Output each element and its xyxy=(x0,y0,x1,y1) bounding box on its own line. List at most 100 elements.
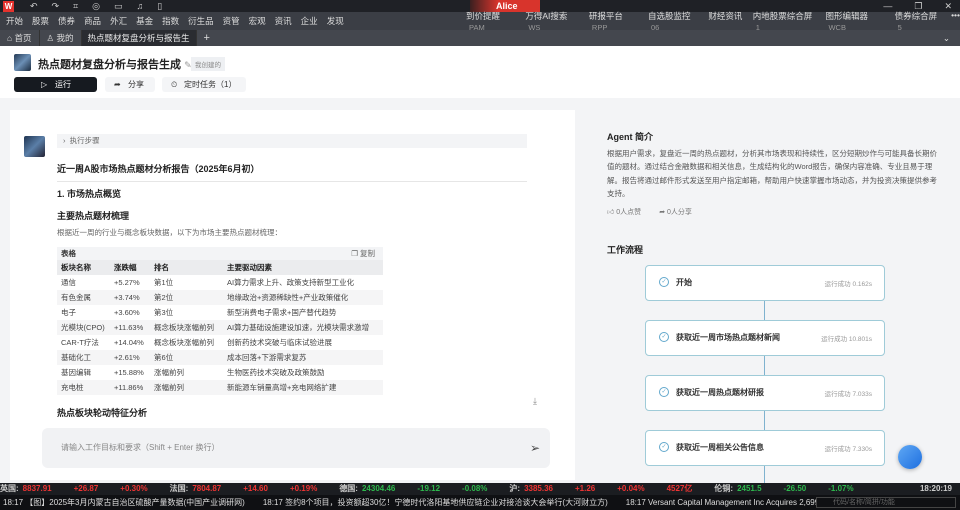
schedule-label: 定时任务（1） xyxy=(184,80,237,89)
table-cell: 第3位 xyxy=(154,308,174,317)
workflow-node[interactable]: ✓ 获取近一周市场热点题材新闻 运行成功 10.801s xyxy=(645,320,885,356)
chevron-down-icon[interactable]: ⌄ xyxy=(943,30,950,46)
workflow-node[interactable]: ✓ 获取近一周热点题材研报 运行成功 7.033s xyxy=(645,375,885,411)
ticker-chg: +26.87 xyxy=(73,484,99,493)
menu-item[interactable]: 宏观 xyxy=(249,15,266,27)
column-header: 板块名称 xyxy=(61,263,91,272)
crop-icon[interactable]: ⌗ xyxy=(73,1,78,12)
menu-item[interactable]: 发现 xyxy=(327,15,344,27)
copy-label: 复制 xyxy=(360,249,375,258)
menu-item[interactable]: 资管 xyxy=(223,15,240,27)
ticker-name[interactable]: 德国: xyxy=(339,483,358,495)
ticker-name[interactable]: 法国: xyxy=(170,483,189,495)
shortcut-label: 财经资讯 xyxy=(708,11,743,21)
menu-item[interactable]: 外汇 xyxy=(110,15,127,27)
node-status: 运行成功 0.162s xyxy=(824,281,872,288)
like-button[interactable]: 👍︎ 0人点赞 xyxy=(607,207,641,217)
page-title: 热点题材复盘分析与报告生成 ✎ xyxy=(38,56,192,72)
tab-label: 我的 xyxy=(56,33,74,43)
table-cell: 通信 xyxy=(61,278,76,287)
menu-item[interactable]: 债券 xyxy=(58,15,75,27)
table-cell: 创新药技术突破与临床试验进展 xyxy=(227,338,332,347)
menu-item[interactable]: 开始 xyxy=(6,15,23,27)
agent-description: 根据用户需求，复盘近一周的热点题材，分析其市场表现和持续性，区分短期炒作与可能具… xyxy=(607,149,937,198)
run-label: 运行 xyxy=(55,80,71,89)
menu-shortcut[interactable]: 万得AI搜索WS xyxy=(525,10,580,32)
undo-icon[interactable]: ↶ xyxy=(30,1,38,12)
table-cell: +11.63% xyxy=(114,323,144,332)
table-cell: +11.86% xyxy=(114,383,144,392)
menu-item[interactable]: 企业 xyxy=(301,15,318,27)
download-icon[interactable]: ⤓ xyxy=(533,396,537,407)
monitor-icon[interactable]: ▭ xyxy=(114,1,123,12)
workflow-connector xyxy=(764,356,765,375)
tab-report[interactable]: 热点题材复盘分析与报告生 xyxy=(81,30,197,46)
ticker-pct: +0.19% xyxy=(289,484,318,493)
column-header: 主要驱动因素 xyxy=(227,263,272,272)
table-row: CAR-T疗法 +14.04% 概念板块涨幅前列 创新药技术突破与临床试验进展 xyxy=(57,335,383,350)
subsection-heading: 主要热点题材梳理 xyxy=(57,211,130,221)
new-tab-button[interactable]: + xyxy=(197,30,217,46)
menu-item[interactable]: 资讯 xyxy=(275,15,292,27)
table-row: 充电桩 +11.86% 涨幅前列 新能源车销量高增+充电网络扩建 xyxy=(57,380,383,395)
workflow-node[interactable]: ✓ 获取近一周相关公告信息 运行成功 7.330s xyxy=(645,430,885,466)
table-cell: AI算力需求上升、政策支持新型工业化 xyxy=(227,278,355,287)
owner-badge: 我创建的 xyxy=(191,57,225,71)
menu-item[interactable]: 基金 xyxy=(136,15,153,27)
schedule-button[interactable]: ⏲ 定时任务（1） xyxy=(162,77,246,92)
menu-shortcut[interactable]: 自选股监控06 xyxy=(648,10,699,32)
chat-icon[interactable]: ◎ xyxy=(92,1,100,12)
table-cell: 基因编辑 xyxy=(61,368,91,377)
table-cell: 第2位 xyxy=(154,293,174,302)
ticker-name[interactable]: 沪: xyxy=(509,483,520,495)
menu-shortcut[interactable]: 内地股票综合屏1 xyxy=(753,10,817,32)
table-row: 光模块(CPO) +11.63% 概念板块涨幅前列 AI算力基础设施建设加速，光模块需… xyxy=(57,320,383,335)
table-cell: 新型消费电子需求+国产替代趋势 xyxy=(227,308,337,317)
ticker-value: 2451.5 xyxy=(737,484,762,493)
share-button[interactable]: ➦ 分享 xyxy=(105,77,155,92)
ticker-name[interactable]: 伦铜: xyxy=(714,483,733,495)
menu-item[interactable]: 指数 xyxy=(162,15,179,27)
execution-steps-toggle[interactable]: › 执行步骤 xyxy=(57,134,527,148)
redo-icon[interactable]: ↷ xyxy=(52,1,60,12)
search-placeholder: 代码/名称/简拼/功能 xyxy=(833,499,895,506)
share-count-button[interactable]: ➦ 0人分享 xyxy=(659,207,692,217)
send-icon[interactable]: ➢ xyxy=(530,428,540,468)
menu-item[interactable]: 股票 xyxy=(32,15,49,27)
ticker-name[interactable]: 英国: xyxy=(0,483,19,495)
tab-home[interactable]: ⌂ 首页 xyxy=(0,30,40,46)
task-input[interactable]: 请输入工作目标和要求（Shift + Enter 换行） ➢ xyxy=(42,428,550,468)
share-icon: ➦ xyxy=(659,209,666,216)
workflow-node[interactable]: ✓ 开始 运行成功 0.162s xyxy=(645,265,885,301)
table-cell: 电子 xyxy=(61,308,76,317)
node-name: 开始 xyxy=(676,278,692,287)
menu-shortcut[interactable]: 研报平台RPP xyxy=(589,10,639,32)
menu-shortcut[interactable]: 债券综合屏5 xyxy=(895,10,942,32)
news-item[interactable]: 18:17 【图】2025年3月内蒙古自治区硫酸产量数据(中国产业调研网) xyxy=(3,495,245,510)
copy-button[interactable]: ❐ 复制 xyxy=(351,247,375,260)
menu-shortcut[interactable]: 到价提醒PAM xyxy=(466,10,516,32)
ticker-chg: +1.26 xyxy=(575,484,596,493)
menu-shortcut[interactable]: 财经资讯 xyxy=(708,10,743,32)
tab-mine[interactable]: ♙ 我的 xyxy=(40,30,82,46)
clipboard-icon[interactable]: ▯ xyxy=(157,1,162,12)
run-button[interactable]: ▷ 运行 xyxy=(14,77,97,92)
news-item[interactable]: 18:17 签约8个项目，投资额超30亿！宁德时代洛阳基地供应链企业对接洽谈大会… xyxy=(263,495,608,510)
ticker-pct: +0.30% xyxy=(120,484,148,493)
table-cell: +14.04% xyxy=(114,338,144,347)
menu-item[interactable]: 衍生品 xyxy=(188,15,214,27)
page-title-text: 热点题材复盘分析与报告生成 xyxy=(38,59,181,71)
table-cell: 涨幅前列 xyxy=(154,383,184,392)
table-cell: 第6位 xyxy=(154,353,174,362)
table-cell: 第1位 xyxy=(154,278,174,287)
more-menu-button[interactable]: ••• xyxy=(951,10,960,32)
news-item[interactable]: 18:17 Versant Capital Management Inc Acq… xyxy=(626,495,828,510)
menu-item[interactable]: 商品 xyxy=(84,15,101,27)
table-label: 表格 xyxy=(61,249,76,258)
code-search-input[interactable]: 代码/名称/简拼/功能 xyxy=(816,497,956,508)
assistant-float-button[interactable] xyxy=(898,445,922,469)
menu-shortcut[interactable]: 图形编辑器WCB xyxy=(825,10,885,32)
bell-icon[interactable]: ♫ xyxy=(137,1,144,12)
steps-label: 执行步骤 xyxy=(69,136,100,145)
table-cell: +15.88% xyxy=(114,368,144,377)
